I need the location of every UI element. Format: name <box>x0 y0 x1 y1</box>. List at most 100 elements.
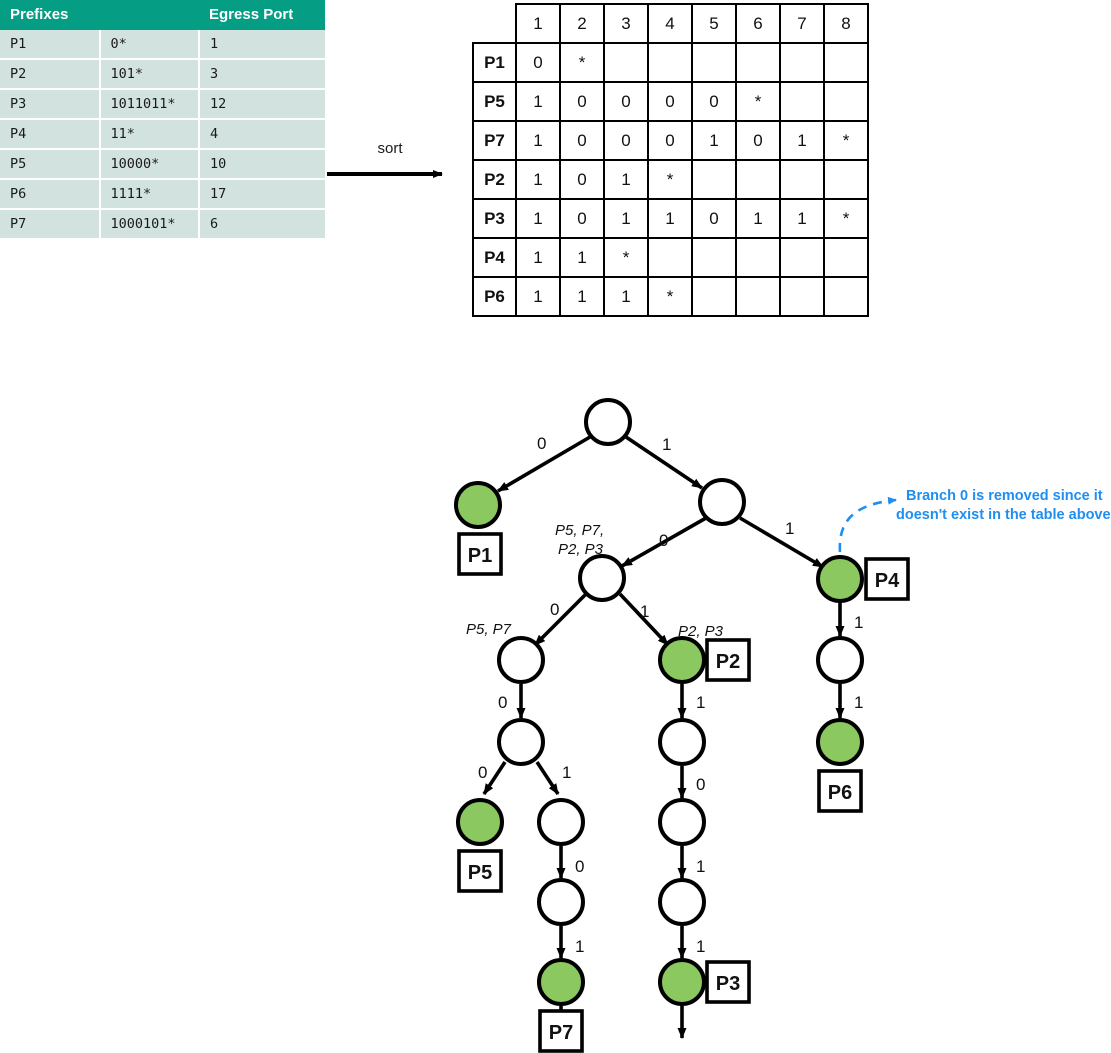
matrix-cell <box>823 81 869 122</box>
matrix-row-header: P1 <box>472 42 517 83</box>
matrix-header-row: 1 2 3 4 5 6 7 8 <box>473 3 869 44</box>
matrix-cell: 1 <box>515 120 561 161</box>
matrix-cell: 0 <box>647 81 693 122</box>
matrix-cell: 1 <box>559 276 605 317</box>
edge-n4-to-n5 <box>535 761 560 795</box>
tree-node-p4 <box>816 555 864 603</box>
edge-n1-to-p4 <box>739 516 824 569</box>
row-prefix: 10000* <box>99 148 200 180</box>
matrix-cell: 1 <box>603 198 649 239</box>
matrix-cell: * <box>647 159 693 200</box>
edge-label-n1-left: 0 <box>659 531 668 550</box>
matrix-col-header: 5 <box>691 3 737 44</box>
matrix-cell <box>691 237 737 278</box>
table-row: P3 1011011* 12 <box>0 88 325 120</box>
matrix-cell <box>735 237 781 278</box>
matrix-cell <box>779 276 825 317</box>
leaf-box-p2 <box>705 638 751 682</box>
leaf-box-p1 <box>457 532 503 576</box>
matrix-cell: 1 <box>735 198 781 239</box>
matrix-body: P1 0 * P5 1 0 0 0 0 * P7 1 0 0 0 1 0 1 *… <box>472 42 869 317</box>
tree-node-n7 <box>658 718 706 766</box>
leaf-label-p5: P5 <box>468 862 492 884</box>
edge-label-n4-left: 0 <box>478 763 487 782</box>
matrix-cell: * <box>735 81 781 122</box>
matrix-cell <box>647 42 693 83</box>
tree-node-root <box>584 398 632 446</box>
edge-label-root-left: 0 <box>537 434 546 453</box>
prefix-note-mid-line1: P5, P7, <box>555 522 604 539</box>
table-row: P7 1000101* 6 <box>0 208 325 238</box>
matrix-corner-cell <box>473 4 516 43</box>
matrix-row: P1 0 * <box>472 42 869 83</box>
matrix-cell: * <box>559 42 605 83</box>
matrix-row: P5 1 0 0 0 0 * <box>472 81 869 122</box>
tree-node-p7 <box>537 958 585 1006</box>
row-port: 10 <box>199 148 325 180</box>
edge-label-n8-down: 1 <box>696 857 705 876</box>
tree-node-n8b <box>658 878 706 926</box>
edge-label-n5-down: 0 <box>575 857 584 876</box>
matrix-row: P4 1 1 * <box>472 237 869 278</box>
matrix-cell: 0 <box>691 81 737 122</box>
matrix-row: P3 1 0 1 1 0 1 1 * <box>472 198 869 239</box>
row-prefix: 1111* <box>99 178 200 210</box>
row-prefix: 101* <box>99 58 200 90</box>
matrix-col-header: 7 <box>779 3 825 44</box>
matrix-row-header: P4 <box>472 237 517 278</box>
row-id: P3 <box>0 88 101 120</box>
matrix-cell: 0 <box>735 120 781 161</box>
callout-dashed-arrow <box>838 496 897 553</box>
table-row: P5 10000* 10 <box>0 148 325 180</box>
matrix-row-header: P7 <box>472 120 517 161</box>
matrix-cell: 1 <box>515 81 561 122</box>
leaf-label-p6: P6 <box>828 782 852 804</box>
matrix-cell <box>823 42 869 83</box>
prefix-note-right: P2, P3 <box>678 623 724 640</box>
matrix-cell <box>647 237 693 278</box>
matrix-col-header: 2 <box>559 3 605 44</box>
matrix-cell: 0 <box>559 81 605 122</box>
leaf-label-p4: P4 <box>875 570 900 592</box>
matrix-cell: 1 <box>515 237 561 278</box>
matrix-cell <box>603 42 649 83</box>
table-row: P2 101* 3 <box>0 58 325 90</box>
matrix-col-header: 3 <box>603 3 649 44</box>
tree-node-n3 <box>497 636 545 684</box>
tree-node-n4 <box>497 718 545 766</box>
row-port: 12 <box>199 88 325 120</box>
row-id: P4 <box>0 118 101 150</box>
row-prefix: 1011011* <box>99 88 200 120</box>
edge-label-n6-down: 1 <box>575 937 584 956</box>
edge-n4-to-p5 <box>482 761 507 795</box>
leaf-box-p4 <box>864 557 910 601</box>
row-port: 17 <box>199 178 325 210</box>
leaf-box-p7 <box>538 1009 584 1053</box>
matrix-cell: 0 <box>559 198 605 239</box>
matrix-cell: 0 <box>647 120 693 161</box>
matrix-cell <box>735 276 781 317</box>
matrix-cell: 0 <box>691 198 737 239</box>
column-header-egress-port: Egress Port <box>199 0 325 30</box>
matrix-cell: 1 <box>515 198 561 239</box>
matrix-row: P2 1 0 1 * <box>472 159 869 200</box>
edge-n2-to-n3 <box>533 592 588 647</box>
table-row: P6 1111* 17 <box>0 178 325 210</box>
tree-node-n2 <box>578 554 626 602</box>
row-id: P2 <box>0 58 101 90</box>
leaf-label-p1: P1 <box>468 545 492 567</box>
row-port: 1 <box>199 29 325 60</box>
matrix-cell: 0 <box>559 120 605 161</box>
row-id: P5 <box>0 148 101 180</box>
matrix-cell: 0 <box>515 42 561 83</box>
matrix-col-header: 1 <box>515 3 561 44</box>
matrix-col-header: 6 <box>735 3 781 44</box>
edge-label-n3-down: 0 <box>498 693 507 712</box>
edge-label-n1-right: 1 <box>785 519 794 538</box>
matrix-cell: 1 <box>603 276 649 317</box>
matrix-cell <box>823 159 869 200</box>
matrix-cell: 1 <box>603 159 649 200</box>
row-prefix: 1000101* <box>99 208 200 238</box>
matrix-cell <box>823 237 869 278</box>
edge-label-n2-left: 0 <box>550 600 559 619</box>
